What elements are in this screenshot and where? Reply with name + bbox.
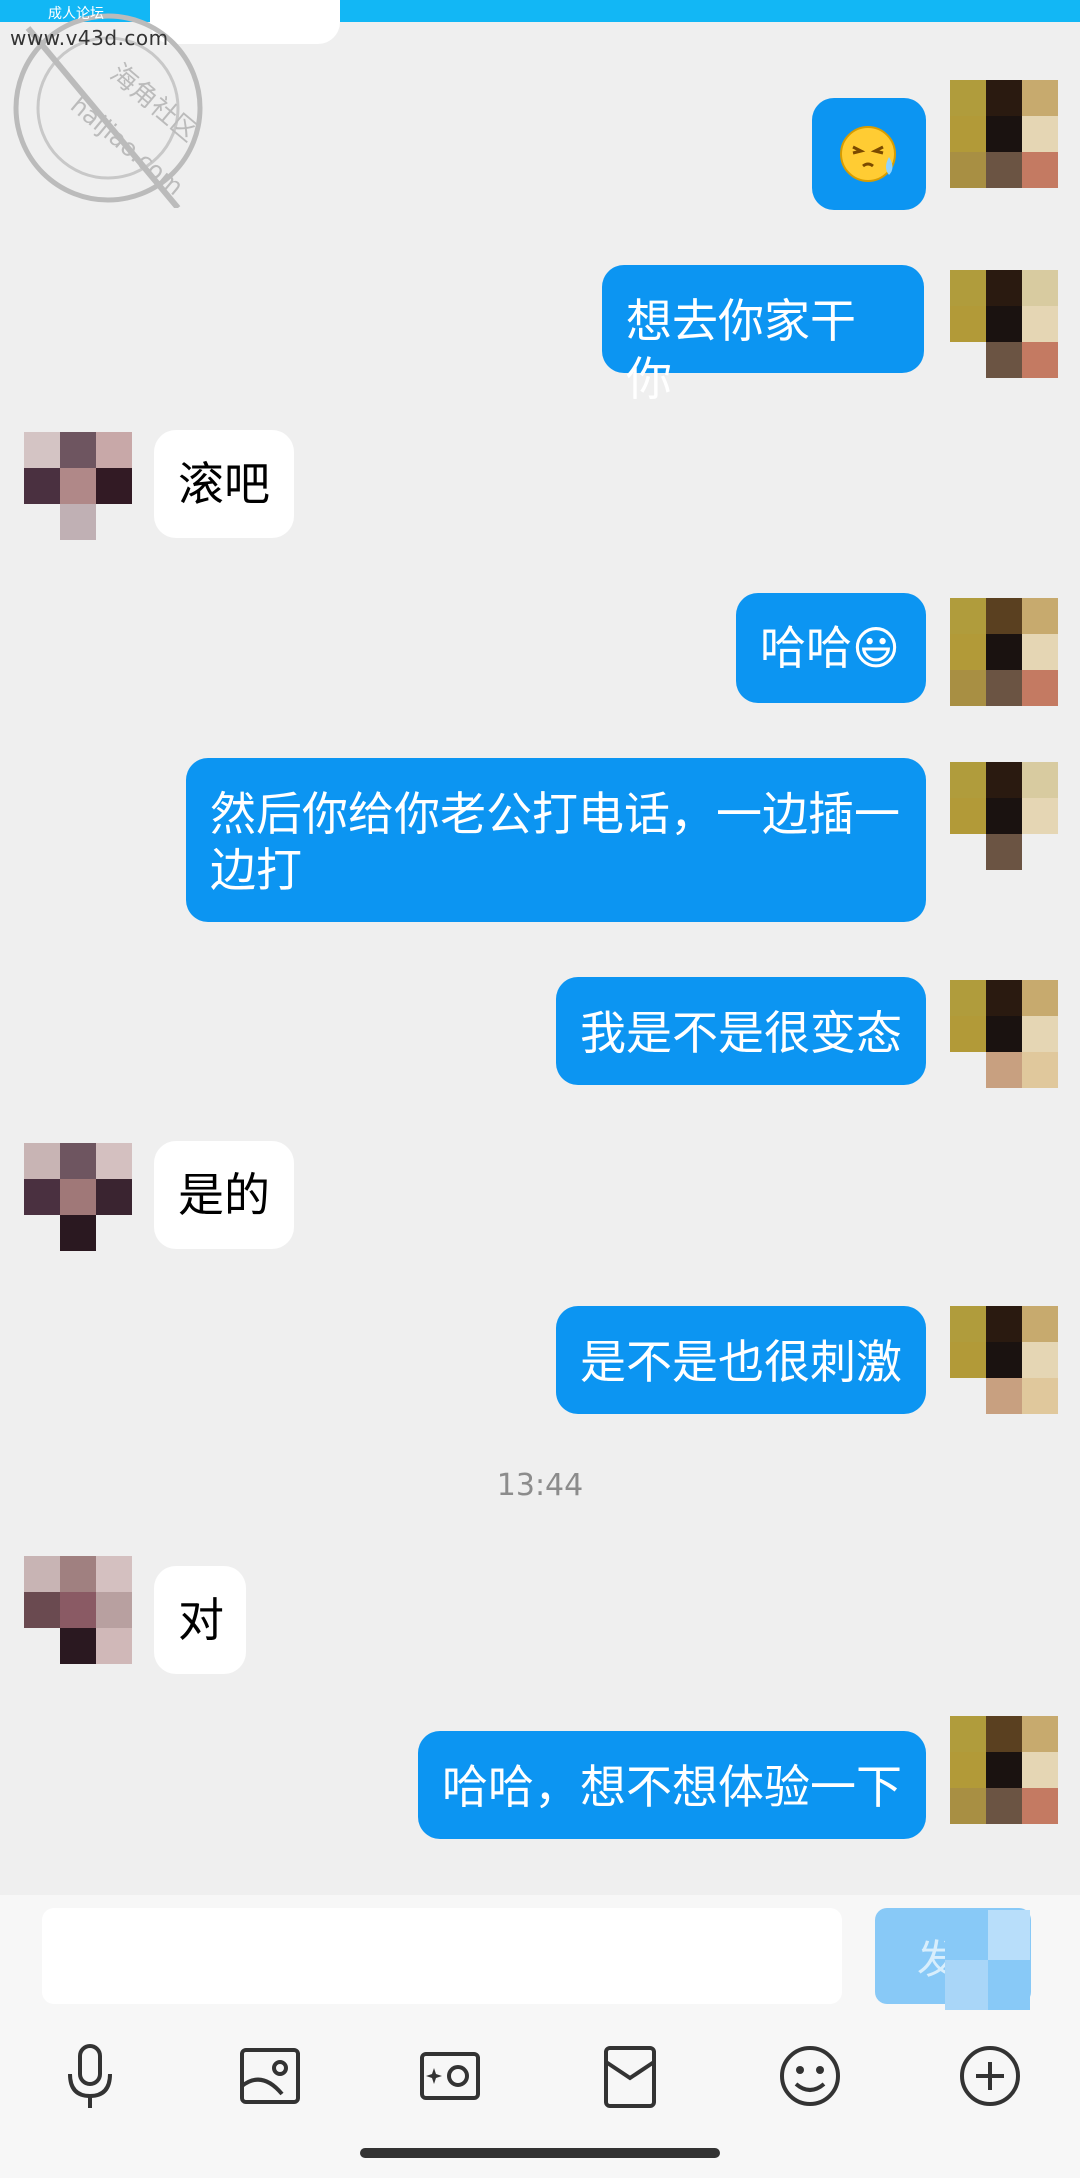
my-avatar[interactable] xyxy=(950,762,1058,870)
my-avatar[interactable] xyxy=(950,1716,1058,1824)
message-bubble-me[interactable]: 然后你给你老公打电话，一边插一 边打 xyxy=(186,758,926,922)
message-text-line2: 边打 xyxy=(210,843,302,897)
my-avatar[interactable] xyxy=(950,270,1058,378)
red-packet-icon[interactable] xyxy=(594,2040,666,2112)
message-bubble-contact[interactable]: 滚吧 xyxy=(154,430,294,538)
contact-avatar[interactable] xyxy=(24,432,132,540)
message-text: 是不是也很刺激 xyxy=(580,1335,902,1389)
message-text: 是的 xyxy=(178,1168,270,1222)
message-text: 哈哈😃 xyxy=(760,621,900,675)
message-timestamp: 13:44 xyxy=(496,1468,584,1503)
my-avatar[interactable] xyxy=(950,80,1058,188)
message-text: 对 xyxy=(178,1593,224,1647)
message-bubble-me[interactable]: 是不是也很刺激 xyxy=(556,1306,926,1414)
my-avatar[interactable] xyxy=(950,598,1058,706)
message-text: 我是不是很变态 xyxy=(580,1006,902,1060)
message-text: 滚吧 xyxy=(178,457,270,511)
my-avatar[interactable] xyxy=(950,980,1058,1088)
message-text: 想去你家干你 xyxy=(626,294,856,406)
watermark-top-text: 成人论坛 xyxy=(48,6,104,22)
message-bubble-me[interactable]: 我是不是很变态 xyxy=(556,977,926,1085)
microphone-icon[interactable] xyxy=(54,2040,126,2112)
message-text-line1: 然后你给你老公打电话，一边插一 xyxy=(210,787,900,841)
message-bubble-me[interactable]: 😣 xyxy=(812,98,926,210)
image-icon[interactable] xyxy=(234,2040,306,2112)
message-bubble-me[interactable]: 哈哈，想不想体验一下 xyxy=(418,1731,926,1839)
message-bubble-contact[interactable]: 是的 xyxy=(154,1141,294,1249)
message-input[interactable] xyxy=(42,1908,842,2004)
contact-avatar[interactable] xyxy=(24,1143,132,1251)
contact-avatar[interactable] xyxy=(24,1556,132,1664)
message-bubble-contact[interactable]: 对 xyxy=(154,1566,246,1674)
home-indicator[interactable] xyxy=(360,2148,720,2158)
watermark-url: www.v43d.com xyxy=(10,26,169,50)
message-bubble-me[interactable]: 想去你家干你 xyxy=(602,265,924,406)
send-button-mosaic xyxy=(945,1910,1030,2010)
emoji-icon[interactable] xyxy=(774,2040,846,2112)
awkward-emoji-icon xyxy=(840,126,896,182)
my-avatar[interactable] xyxy=(950,1306,1058,1414)
camera-icon[interactable] xyxy=(414,2040,486,2112)
message-bubble-me[interactable]: 哈哈😃 xyxy=(736,593,926,703)
plus-icon[interactable] xyxy=(954,2040,1026,2112)
message-text: 哈哈，想不想体验一下 xyxy=(442,1760,902,1814)
